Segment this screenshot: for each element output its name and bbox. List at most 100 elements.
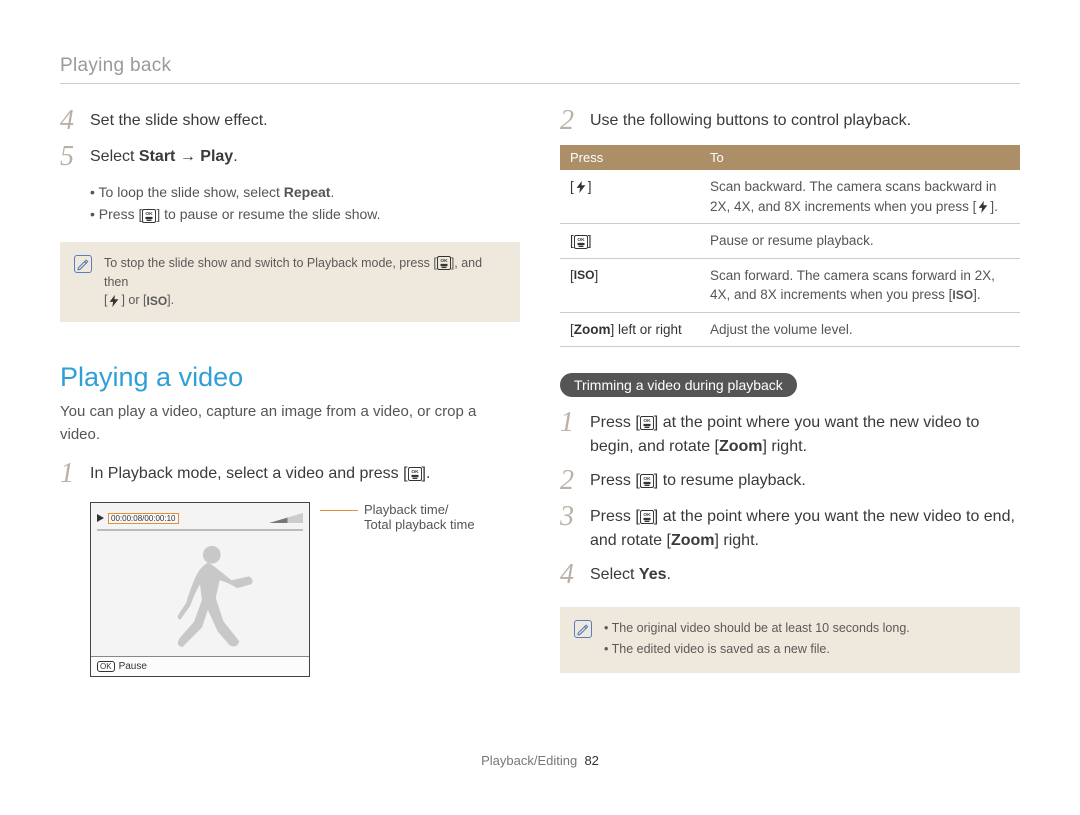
ok-chip-icon: OK bbox=[97, 661, 115, 672]
step-5: 5 Select Start → Play. bbox=[60, 145, 520, 171]
text-bold: Repeat bbox=[284, 184, 331, 200]
arrow-icon: → bbox=[175, 148, 200, 165]
text: ]. bbox=[167, 293, 174, 307]
text: Press [ bbox=[590, 414, 640, 431]
callout-text: Playback time/ bbox=[364, 502, 449, 517]
text: To loop the slide show, select bbox=[99, 184, 284, 200]
playback-time: 00:00:08/00:00:10 bbox=[108, 513, 179, 524]
pause-label: Pause bbox=[119, 661, 147, 672]
to-cell: Pause or resume playback. bbox=[700, 224, 1020, 259]
note-box: The original video should be at least 10… bbox=[560, 607, 1020, 673]
text: ] bbox=[588, 179, 592, 194]
table-row: [] Pause or resume playback. bbox=[560, 224, 1020, 259]
trim-step-3: 3 Press [] at the point where you want t… bbox=[560, 505, 1020, 553]
text-bold: Yes bbox=[639, 566, 667, 583]
ok-button-icon bbox=[640, 416, 654, 430]
text: . bbox=[330, 184, 334, 200]
trim-step-2: 2 Press [] to resume playback. bbox=[560, 469, 1020, 495]
left-column: 4 Set the slide show effect. 5 Select St… bbox=[60, 109, 520, 713]
right-column: 2 Use the following buttons to control p… bbox=[560, 109, 1020, 713]
playback-controls-table: Press To [] Scan backward. The camera sc… bbox=[560, 145, 1020, 347]
text: ] or [ bbox=[121, 293, 146, 307]
breadcrumb: Playing back bbox=[60, 55, 1020, 84]
video-bottom-bar: OK Pause bbox=[91, 656, 309, 676]
text-bold: Zoom bbox=[574, 322, 611, 337]
note-pencil-icon bbox=[74, 255, 92, 273]
text: Press [ bbox=[590, 472, 640, 489]
trim-step-1: 1 Press [] at the point where you want t… bbox=[560, 411, 1020, 459]
step-number: 5 bbox=[60, 143, 90, 171]
play-step-1: 1 In Playback mode, select a video and p… bbox=[60, 462, 520, 488]
sub-bullets: To loop the slide show, select Repeat. P… bbox=[90, 181, 520, 226]
table-header-to: To bbox=[700, 145, 1020, 170]
text: . bbox=[233, 148, 237, 165]
to-cell: Adjust the volume level. bbox=[700, 312, 1020, 347]
text: Select bbox=[590, 566, 639, 583]
flash-icon bbox=[976, 200, 990, 214]
note-body: To stop the slide show and switch to Pla… bbox=[104, 254, 506, 310]
table-header-press: Press bbox=[560, 145, 700, 170]
table-row: [] Scan backward. The camera scans backw… bbox=[560, 170, 1020, 224]
ok-button-icon bbox=[142, 209, 156, 223]
to-cell: Scan backward. The camera scans backward… bbox=[700, 170, 1020, 224]
ok-button-icon bbox=[437, 256, 451, 270]
flash-icon bbox=[574, 180, 588, 194]
ok-button-icon bbox=[408, 467, 422, 481]
bullet: Press [] to pause or resume the slide sh… bbox=[90, 203, 520, 225]
text: ] to resume playback. bbox=[654, 472, 806, 489]
step-number: 4 bbox=[560, 561, 590, 589]
text: ] left or right bbox=[611, 322, 682, 337]
callout: Playback time/ Total playback time bbox=[320, 502, 475, 532]
step-number: 4 bbox=[60, 107, 90, 135]
step-number: 1 bbox=[60, 460, 90, 488]
text: . bbox=[667, 566, 671, 583]
text: ] bbox=[588, 233, 592, 248]
iso-icon: ISO bbox=[574, 269, 595, 283]
text: Press [ bbox=[590, 508, 640, 525]
bullet: To loop the slide show, select Repeat. bbox=[90, 181, 520, 203]
table-row: [Zoom] left or right Adjust the volume l… bbox=[560, 312, 1020, 347]
text: ] right. bbox=[715, 532, 759, 549]
note-body: The original video should be at least 10… bbox=[604, 619, 910, 661]
step-text: Press [] at the point where you want the… bbox=[590, 411, 1020, 459]
page-number: 82 bbox=[584, 753, 598, 768]
step-text: Set the slide show effect. bbox=[90, 109, 268, 133]
text: ] right. bbox=[763, 438, 807, 455]
note-box: To stop the slide show and switch to Pla… bbox=[60, 242, 520, 322]
press-cell: [Zoom] left or right bbox=[560, 312, 700, 347]
text: Scan backward. The camera scans backward… bbox=[710, 179, 996, 214]
progress-bar bbox=[97, 529, 303, 531]
step-number: 3 bbox=[560, 503, 590, 531]
callout-text: Total playback time bbox=[364, 517, 475, 532]
text: ] bbox=[594, 268, 598, 283]
trim-step-4: 4 Select Yes. bbox=[560, 563, 1020, 589]
page-footer: Playback/Editing 82 bbox=[60, 753, 1020, 768]
video-frame-figure bbox=[91, 541, 309, 654]
step-4: 4 Set the slide show effect. bbox=[60, 109, 520, 135]
press-cell: [] bbox=[560, 224, 700, 259]
text: ]. bbox=[422, 465, 431, 482]
ok-button-icon bbox=[574, 235, 588, 249]
text: In Playback mode, select a video and pre… bbox=[90, 465, 408, 482]
text: Press [ bbox=[99, 206, 143, 222]
step-text: In Playback mode, select a video and pre… bbox=[90, 462, 430, 486]
iso-icon: ISO bbox=[952, 289, 973, 303]
callout-line-icon bbox=[320, 510, 358, 511]
pill-heading: Trimming a video during playback bbox=[560, 373, 797, 397]
step-2-right: 2 Use the following buttons to control p… bbox=[560, 109, 1020, 135]
flash-icon bbox=[107, 294, 121, 308]
text: ]. bbox=[990, 199, 998, 214]
step-text: Press [] at the point where you want the… bbox=[590, 505, 1020, 553]
text-bold: Play bbox=[200, 148, 233, 165]
to-cell: Scan forward. The camera scans forward i… bbox=[700, 258, 1020, 312]
section-intro: You can play a video, capture an image f… bbox=[60, 401, 520, 446]
note-pencil-icon bbox=[574, 620, 592, 638]
video-screenshot-row: 00:00:08/00:00:10 OK bbox=[90, 502, 520, 677]
volume-icon bbox=[269, 513, 303, 523]
step-text: Select Start → Play. bbox=[90, 145, 238, 169]
iso-icon: ISO bbox=[147, 294, 168, 308]
step-text: Use the following buttons to control pla… bbox=[590, 109, 911, 133]
text-bold: Zoom bbox=[671, 532, 715, 549]
video-screenshot: 00:00:08/00:00:10 OK bbox=[90, 502, 310, 677]
section-heading: Playing a video bbox=[60, 362, 520, 393]
